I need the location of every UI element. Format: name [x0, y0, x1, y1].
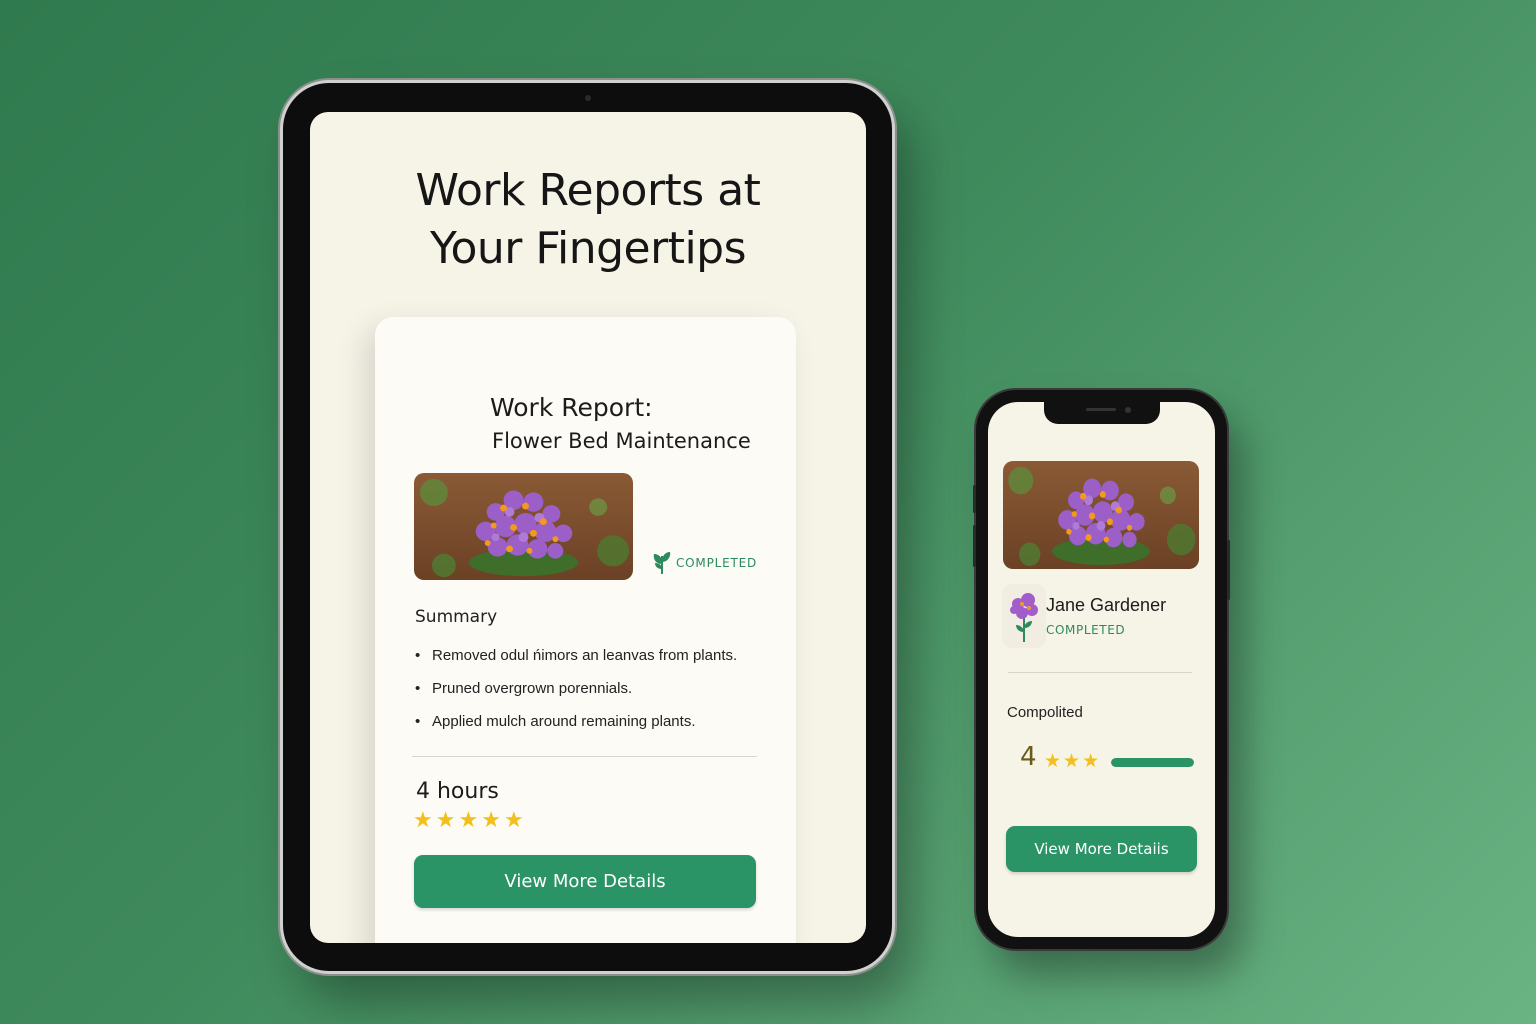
star-icon: ★ — [435, 808, 456, 833]
star-icon: ★ — [1063, 750, 1081, 772]
star-rating: ★ ★ ★ — [1044, 752, 1099, 771]
star-icon: ★ — [1044, 750, 1062, 772]
star-icon: ★ — [481, 808, 501, 833]
report-subtitle: Flower Bed Maintenance — [492, 429, 751, 453]
rating-value: 4 — [1020, 742, 1037, 772]
phone-side-button — [973, 485, 976, 513]
status-badge: COMPLETED — [651, 549, 757, 577]
duration-value: 4 hours — [416, 779, 499, 804]
summary-heading: Summary — [415, 607, 498, 627]
view-more-details-button[interactable]: View More Details — [414, 855, 756, 908]
status-badge: COMPLETED — [1046, 623, 1126, 637]
star-icon: ★ — [413, 808, 433, 833]
list-item: • Pruned overgrown porennials. — [415, 680, 633, 697]
view-more-details-button[interactable]: View More Detaiis — [1006, 826, 1197, 872]
flower-bed-photo — [414, 473, 633, 580]
summary-list: • Removed odul ńimors an leanvas from pla… — [415, 647, 737, 746]
section-label: Compolited — [1007, 704, 1083, 721]
flower-bed-photo — [1003, 461, 1199, 569]
status-label: COMPLETED — [676, 556, 758, 570]
star-icon: ★ — [503, 808, 524, 833]
tablet-screen: Work Reports at Your Fingertips Work Rep… — [310, 112, 866, 943]
hero-title: Work Reports at Your Fingertips — [415, 165, 761, 274]
divider — [1008, 672, 1192, 673]
speaker — [1086, 408, 1116, 411]
sprout-icon — [652, 551, 672, 575]
list-item: • Removed odul ńimors an leanvas from pla… — [415, 647, 738, 664]
report-title: Work Report: — [490, 393, 653, 422]
phone-device: Jane Gardener COMPLETED Compolited 4 ★ ★ ★… — [973, 390, 1230, 949]
list-item: • Applied mulch around remaining plants. — [415, 713, 696, 730]
divider — [412, 756, 757, 757]
star-icon: ★ — [1082, 750, 1100, 772]
work-report-card: Work Report: Flower Bed Maintenance COMP… — [375, 317, 796, 943]
progress-fill — [1111, 758, 1194, 767]
tablet-device: Work Reports at Your Fingertips Work Rep… — [283, 83, 892, 971]
phone-notch — [1044, 402, 1160, 424]
star-icon: ★ — [458, 808, 479, 833]
phone-screen: Jane Gardener COMPLETED Compolited 4 ★ ★ ★… — [988, 402, 1215, 937]
phone-power-button — [1227, 540, 1230, 600]
tablet-camera — [585, 95, 591, 101]
progress-bar — [1111, 758, 1194, 767]
phone-side-button — [973, 525, 976, 567]
flower-avatar-icon — [1002, 584, 1046, 648]
gardener-name: Jane Gardener — [1046, 595, 1167, 615]
front-camera — [1125, 407, 1131, 413]
star-rating: ★ ★ ★ ★ ★ — [413, 810, 524, 832]
